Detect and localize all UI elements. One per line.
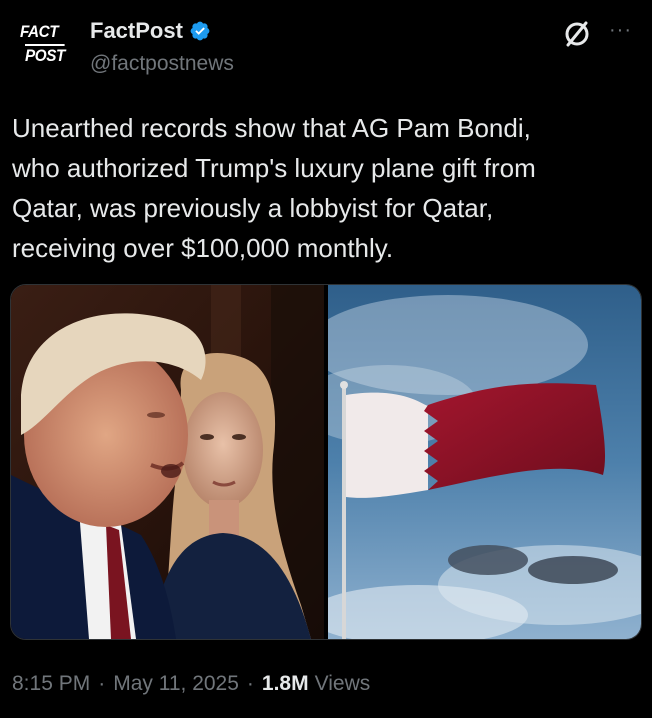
separator: ·	[98, 672, 106, 695]
media-grid[interactable]	[10, 284, 642, 640]
tweet-meta: 8:15 PM · May 11, 2025 · 1.8M Views	[12, 672, 370, 696]
author-name-row: FactPost	[90, 18, 211, 44]
photo-trump-bondi[interactable]	[11, 285, 324, 639]
views-count: 1.8M	[261, 672, 309, 695]
handle[interactable]: @factpostnews	[90, 52, 234, 76]
post-time[interactable]: 8:15 PM	[12, 672, 90, 696]
top-actions: ···	[561, 18, 632, 50]
photo-qatar-flag[interactable]	[328, 285, 641, 639]
separator: ·	[246, 672, 254, 695]
avatar[interactable]: FACT POST	[14, 20, 74, 80]
tweet-post: FACT POST FactPost @factpostnews ··· Une…	[0, 0, 652, 718]
more-icon[interactable]: ···	[609, 20, 632, 40]
grok-null-icon[interactable]	[561, 18, 593, 50]
tweet-text: Unearthed records show that AG Pam Bondi…	[12, 113, 536, 263]
views-label: Views	[314, 672, 371, 695]
avatar-logo-line1: FACT	[20, 22, 59, 41]
photo-trump-bondi-image	[11, 285, 324, 639]
display-name[interactable]: FactPost	[90, 18, 183, 44]
photo-qatar-flag-image	[328, 285, 641, 639]
verified-badge-icon	[190, 21, 210, 41]
avatar-logo-line2: POST	[25, 44, 65, 65]
post-date[interactable]: May 11, 2025	[113, 672, 239, 696]
